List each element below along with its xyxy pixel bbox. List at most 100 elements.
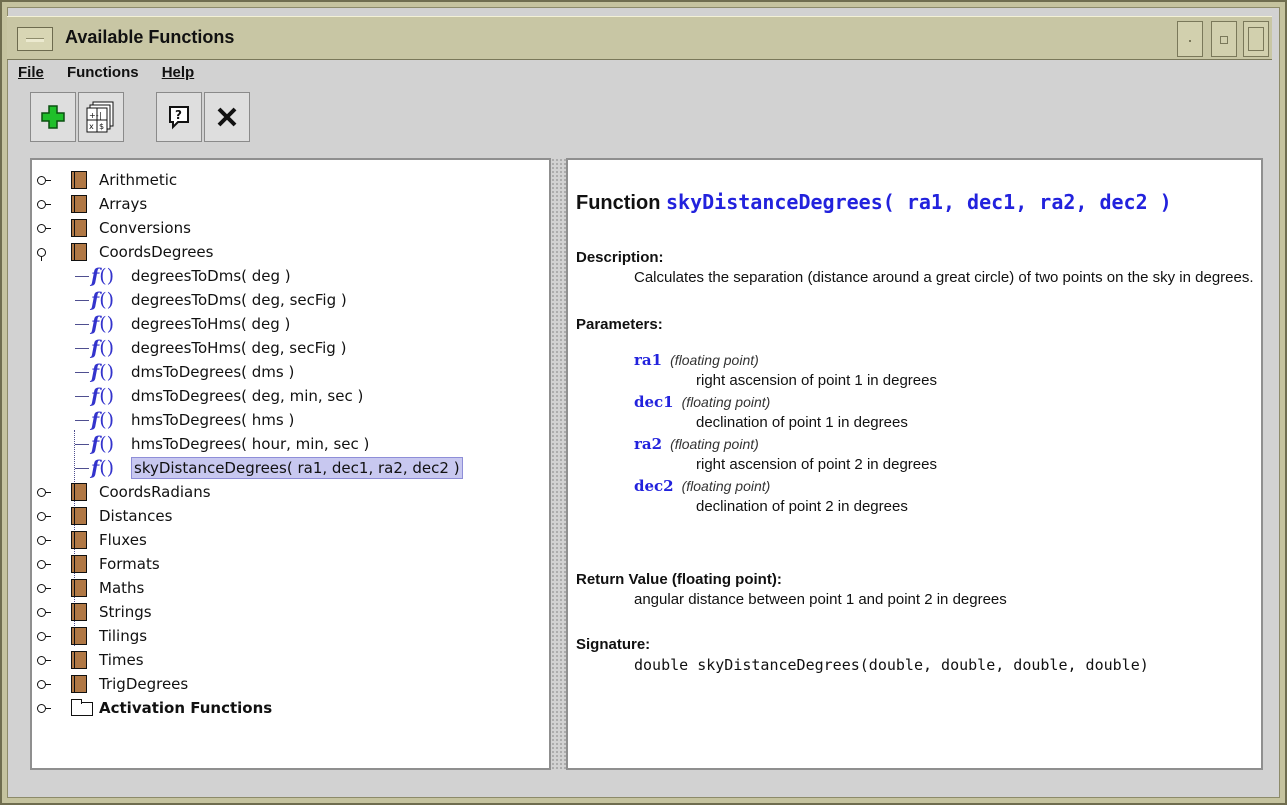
tree-branch-line xyxy=(75,372,89,373)
book-icon xyxy=(71,507,87,525)
close-icon xyxy=(217,107,237,127)
tree-leaf-label: degreesToDms( deg ) xyxy=(131,267,291,285)
param-desc: declination of point 1 in degrees xyxy=(696,414,908,431)
function-parens: () xyxy=(99,409,115,431)
param-type: (floating point) xyxy=(670,352,759,368)
title-bar[interactable]: Available Functions xyxy=(7,16,1272,60)
help-icon: ? xyxy=(169,106,189,130)
minimize-button[interactable] xyxy=(1177,21,1203,57)
expand-icon[interactable] xyxy=(37,558,51,570)
restore-button[interactable] xyxy=(1243,21,1269,57)
param-type: (floating point) xyxy=(681,394,771,410)
param-name: ra2 xyxy=(634,435,663,453)
expand-icon[interactable] xyxy=(37,510,51,522)
function-parens: () xyxy=(99,433,115,455)
description-heading: Description: xyxy=(576,249,664,266)
collapse-icon[interactable] xyxy=(37,246,49,261)
expand-icon[interactable] xyxy=(37,630,51,642)
split-pane-divider[interactable] xyxy=(551,158,566,770)
svg-text:+-: +- xyxy=(89,111,99,120)
help-button[interactable]: ? xyxy=(156,92,202,142)
function-symbol: f xyxy=(91,385,100,407)
window-title: Available Functions xyxy=(65,27,235,47)
expand-icon[interactable] xyxy=(37,198,51,210)
close-button[interactable] xyxy=(204,92,250,142)
function-symbol: f xyxy=(91,433,100,455)
heading-prefix: Function xyxy=(576,192,661,214)
book-icon xyxy=(71,219,87,237)
tree-node-label: Arithmetic xyxy=(99,171,178,189)
tree-node-label: Conversions xyxy=(99,219,191,237)
parameters-heading: Parameters: xyxy=(576,316,663,333)
book-icon xyxy=(71,675,87,693)
expand-icon[interactable] xyxy=(37,486,51,498)
book-icon xyxy=(71,627,87,645)
book-icon xyxy=(71,195,87,213)
function-icon: f() xyxy=(91,265,114,287)
book-icon xyxy=(71,171,87,189)
parameter-item: ra2 (floating point) right ascension of p… xyxy=(634,435,1256,477)
tree-node-label: Activation Functions xyxy=(99,699,273,717)
tree-branch-line xyxy=(75,348,89,349)
window-menu-button[interactable] xyxy=(17,27,53,51)
tree-node-label: Arrays xyxy=(99,195,148,213)
signature-heading: Signature: xyxy=(576,636,651,653)
menu-file[interactable]: File xyxy=(18,64,44,81)
tree-branch-line xyxy=(75,396,89,397)
function-parens: () xyxy=(99,289,115,311)
maximize-button[interactable] xyxy=(1211,21,1237,57)
calculator-button[interactable]: +- | x $ xyxy=(78,92,124,142)
expand-icon[interactable] xyxy=(37,222,51,234)
tree-node-label: CoordsDegrees xyxy=(99,243,214,261)
expand-icon[interactable] xyxy=(37,702,51,714)
book-icon xyxy=(71,579,87,597)
function-tree-panel[interactable]: Arithmetic Arrays Conversions CoordsDegr… xyxy=(30,158,551,770)
tree-leaf-label: dmsToDegrees( dms ) xyxy=(131,363,295,381)
svg-text:?: ? xyxy=(175,108,182,122)
function-parens: () xyxy=(99,361,115,383)
add-button[interactable] xyxy=(30,92,76,142)
tree-branch-line xyxy=(75,444,89,445)
tree-leaf-label: degreesToHms( deg ) xyxy=(131,315,291,333)
expand-icon[interactable] xyxy=(37,174,51,186)
return-heading: Return Value (floating point): xyxy=(576,571,782,588)
function-symbol: f xyxy=(91,457,100,479)
book-icon xyxy=(71,651,87,669)
function-symbol: f xyxy=(91,337,100,359)
return-text: angular distance between point 1 and poi… xyxy=(634,591,1007,608)
tree-node-label: Formats xyxy=(99,555,160,573)
function-parens: () xyxy=(99,265,115,287)
expand-icon[interactable] xyxy=(37,582,51,594)
tree-leaf-label: dmsToDegrees( deg, min, sec ) xyxy=(131,387,364,405)
book-icon xyxy=(71,531,87,549)
signature-text: double skyDistanceDegrees(double, double… xyxy=(634,656,1149,674)
menu-functions[interactable]: Functions xyxy=(67,64,139,81)
parameter-item: dec2 (floating point) declination of poin… xyxy=(634,477,1256,519)
expand-icon[interactable] xyxy=(37,678,51,690)
tree-branch-line xyxy=(75,300,89,301)
tree-branch-line xyxy=(75,420,89,421)
parameter-item: dec1 (floating point) declination of poin… xyxy=(634,393,1256,435)
expand-icon[interactable] xyxy=(37,606,51,618)
menu-bar: File Functions Help xyxy=(18,62,212,84)
menu-help[interactable]: Help xyxy=(162,64,195,81)
function-symbol: f xyxy=(91,409,100,431)
parameter-list: ra1 (floating point) right ascension of p… xyxy=(576,351,1256,519)
param-desc: declination of point 2 in degrees xyxy=(696,498,908,515)
parameter-item: ra1 (floating point) right ascension of p… xyxy=(634,351,1256,393)
add-icon xyxy=(41,105,65,129)
function-icon: f() xyxy=(91,457,114,479)
expand-icon[interactable] xyxy=(37,534,51,546)
function-parens: () xyxy=(99,457,115,479)
tree-leaf-label: hmsToDegrees( hour, min, sec ) xyxy=(131,435,370,453)
param-type: (floating point) xyxy=(670,436,759,452)
expand-icon[interactable] xyxy=(37,654,51,666)
param-name: dec1 xyxy=(634,393,674,411)
tree-node-label: CoordsRadians xyxy=(99,483,211,501)
tree-node-label: Distances xyxy=(99,507,173,525)
function-icon: f() xyxy=(91,361,114,383)
function-icon: f() xyxy=(91,433,114,455)
tree-branch-line xyxy=(75,324,89,325)
menu-help-label: Help xyxy=(161,64,195,81)
tree-node-label: Times xyxy=(99,651,144,669)
